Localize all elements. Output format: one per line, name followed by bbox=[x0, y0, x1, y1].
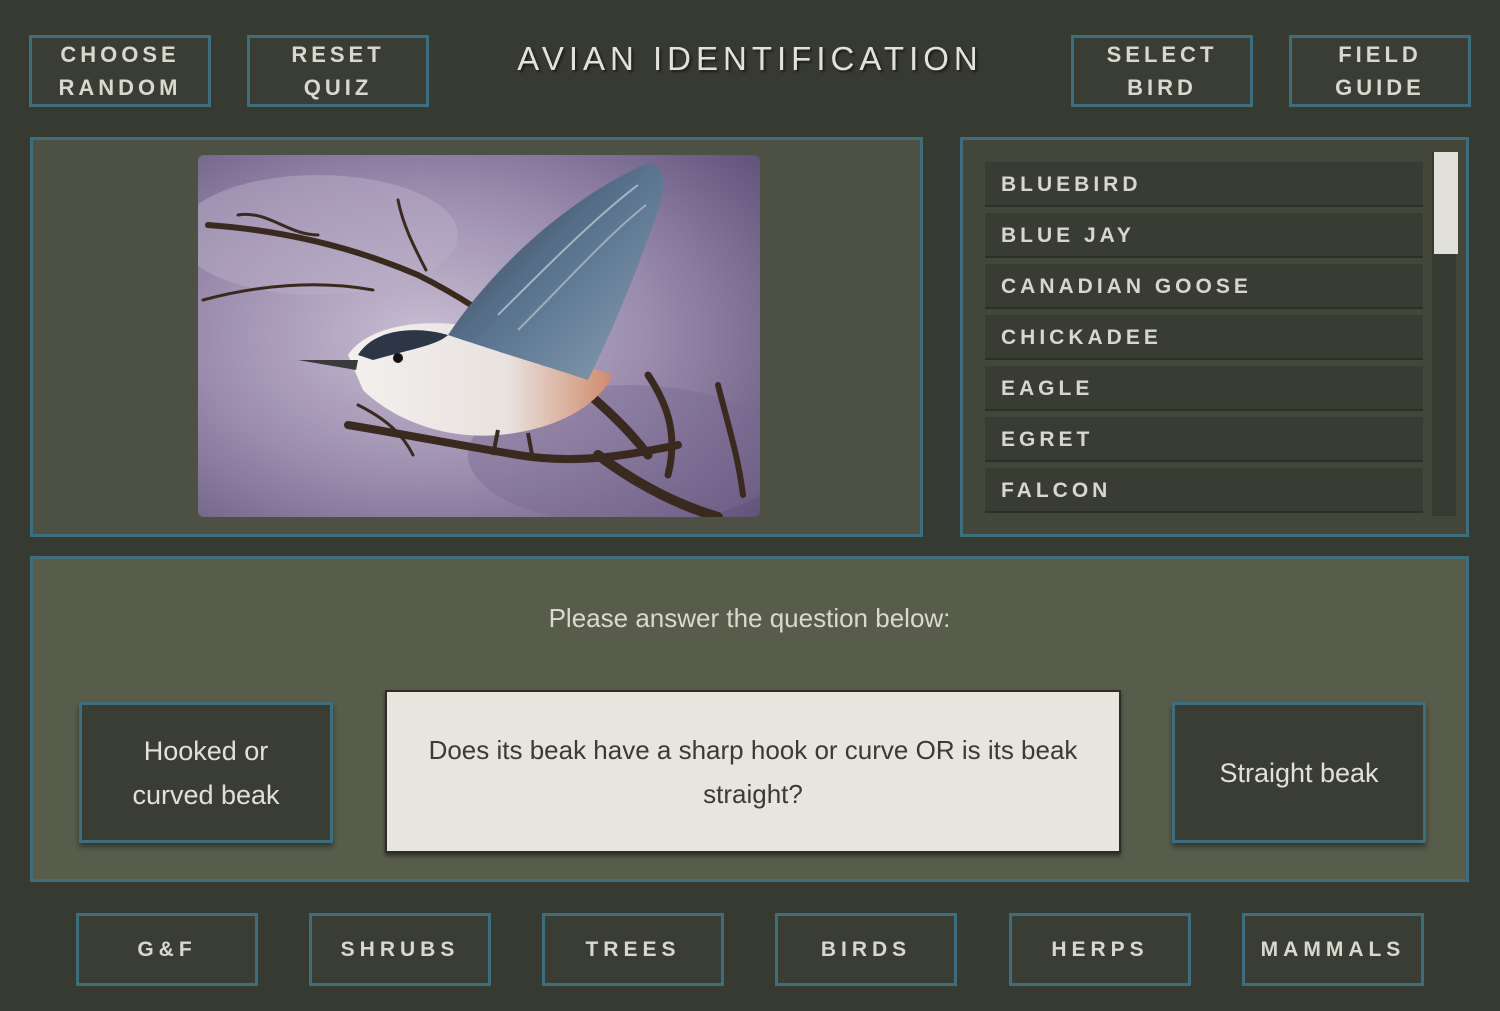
choose-random-button[interactable]: CHOOSE RANDOM bbox=[29, 35, 211, 107]
bird-list-scrollbar[interactable] bbox=[1432, 152, 1458, 516]
choose-random-label-1: CHOOSE bbox=[60, 42, 180, 67]
nav-birds-label: BIRDS bbox=[820, 938, 912, 961]
bird-picture bbox=[198, 155, 760, 517]
nav-gf-label: G&F bbox=[137, 938, 197, 961]
nav-shrubs-label: SHRUBS bbox=[340, 938, 460, 961]
bird-list-panel: BLUEBIRD BLUE JAY CANADIAN GOOSE CHICKADEE E… bbox=[960, 137, 1469, 537]
field-guide-label-1: FIELD bbox=[1338, 42, 1422, 67]
answer-straight-beak-button[interactable]: Straight beak bbox=[1172, 702, 1426, 843]
nav-herps-button[interactable]: HERPS bbox=[1009, 913, 1191, 986]
bird-list-item[interactable]: CANADIAN GOOSE bbox=[985, 264, 1423, 309]
field-guide-button[interactable]: FIELD GUIDE bbox=[1289, 35, 1471, 107]
reset-quiz-label-2: QUIZ bbox=[303, 75, 373, 100]
nav-birds-button[interactable]: BIRDS bbox=[775, 913, 957, 986]
nav-mammals-button[interactable]: MAMMALS bbox=[1242, 913, 1424, 986]
answer-hooked-beak-button[interactable]: Hooked or curved beak bbox=[79, 702, 333, 843]
nav-herps-label: HERPS bbox=[1051, 938, 1149, 961]
question-panel: Please answer the question below: Hooked… bbox=[30, 556, 1469, 882]
bird-list-item[interactable]: BLUEBIRD bbox=[985, 162, 1423, 207]
reset-quiz-label-1: RESET bbox=[291, 42, 385, 67]
question-box: Does its beak have a sharp hook or curve… bbox=[385, 690, 1121, 853]
page-title: AVIAN IDENTIFICATION bbox=[517, 40, 983, 77]
answer-hooked-beak-label: Hooked or curved beak bbox=[132, 735, 280, 810]
bird-list-item[interactable]: EGRET bbox=[985, 417, 1423, 462]
nav-mammals-label: MAMMALS bbox=[1260, 938, 1406, 961]
bird-list-item[interactable]: FALCON bbox=[985, 468, 1423, 513]
bird-list-item[interactable]: EAGLE bbox=[985, 366, 1423, 411]
bird-list-item[interactable]: CHICKADEE bbox=[985, 315, 1423, 360]
question-prompt: Please answer the question below: bbox=[548, 603, 951, 633]
question-text: Does its beak have a sharp hook or curve… bbox=[428, 734, 1078, 809]
select-bird-label-2: BIRD bbox=[1127, 75, 1197, 100]
choose-random-label-2: RANDOM bbox=[58, 75, 182, 100]
nav-trees-button[interactable]: TREES bbox=[542, 913, 724, 986]
reset-quiz-button[interactable]: RESET QUIZ bbox=[247, 35, 429, 107]
bird-list-item[interactable]: BLUE JAY bbox=[985, 213, 1423, 258]
select-bird-label-1: SELECT bbox=[1106, 42, 1218, 67]
select-bird-button[interactable]: SELECT BIRD bbox=[1071, 35, 1253, 107]
field-guide-label-2: GUIDE bbox=[1335, 75, 1425, 100]
nav-shrubs-button[interactable]: SHRUBS bbox=[309, 913, 491, 986]
scrollbar-thumb[interactable] bbox=[1434, 152, 1458, 254]
nav-gf-button[interactable]: G&F bbox=[76, 913, 258, 986]
image-panel bbox=[30, 137, 923, 537]
bird-list[interactable]: BLUEBIRD BLUE JAY CANADIAN GOOSE CHICKADEE E… bbox=[985, 162, 1423, 514]
answer-straight-beak-label: Straight beak bbox=[1219, 757, 1379, 788]
nav-trees-label: TREES bbox=[585, 938, 681, 961]
